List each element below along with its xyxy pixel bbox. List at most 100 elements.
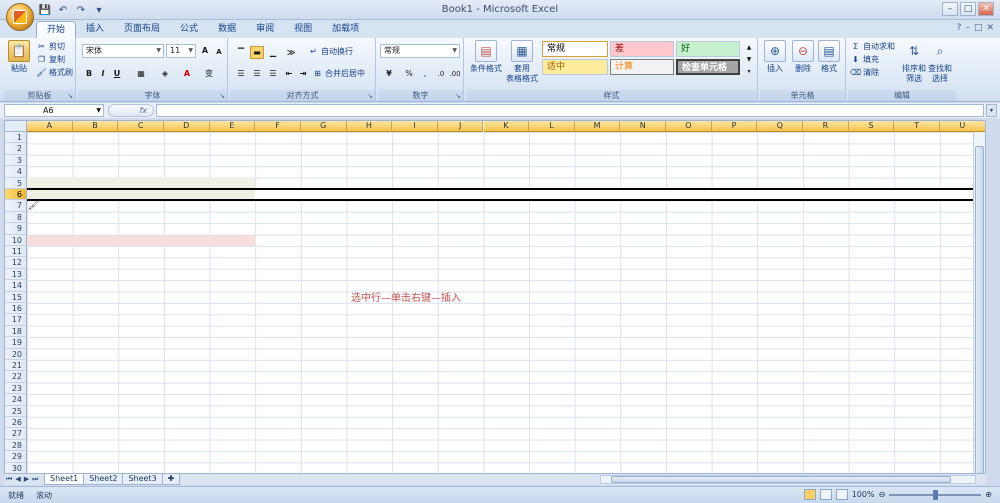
conditional-format-button[interactable]: ▤ 条件格式 (468, 40, 504, 74)
prev-sheet-icon[interactable]: ◀ (15, 474, 20, 485)
help-icon[interactable]: ? (957, 23, 962, 33)
column-header[interactable]: I (392, 121, 438, 132)
copy-button[interactable]: ❐ 复制 (36, 54, 65, 65)
row-header[interactable]: 20 (5, 348, 27, 360)
align-left-icon[interactable]: ☰ (234, 67, 248, 80)
column-header[interactable]: H (346, 121, 393, 132)
autosum-button[interactable]: Σ 自动求和 (850, 41, 895, 52)
row-header[interactable]: 4 (5, 166, 27, 178)
formula-input[interactable] (156, 104, 984, 117)
underline-button[interactable]: U (110, 67, 124, 80)
bold-button[interactable]: B (82, 67, 96, 80)
font-size-combo[interactable]: 11 ▼ (166, 44, 196, 58)
tab-data[interactable]: 数据 (208, 21, 246, 38)
style-calculation[interactable]: 计算 (610, 59, 674, 75)
font-color-icon[interactable]: A (180, 67, 194, 80)
format-painter-button[interactable]: 🖌 格式刷 (36, 67, 73, 78)
row-header[interactable]: 7 (5, 200, 27, 212)
row-header[interactable]: 10 (5, 234, 27, 246)
ribbon-close-button[interactable]: ✕ (986, 23, 994, 33)
row-header[interactable]: 11 (5, 246, 27, 258)
column-header[interactable]: R (803, 121, 849, 132)
increase-decimal-button[interactable]: .0 (434, 67, 448, 80)
row-header[interactable]: 24 (5, 394, 27, 406)
clear-button[interactable]: ⌫ 清除 (850, 67, 879, 78)
column-header[interactable]: G (300, 121, 347, 132)
insert-sheet-icon[interactable]: ✚ (161, 474, 181, 485)
fill-color-icon[interactable]: ◈ (158, 67, 172, 80)
row-header[interactable]: 8 (5, 211, 27, 224)
currency-icon[interactable]: ¥ (382, 67, 396, 80)
dialog-launcher-icon[interactable]: ↘ (455, 92, 461, 100)
row-header[interactable]: 27 (5, 428, 27, 440)
row-header[interactable]: 17 (5, 314, 27, 326)
format-as-table-button[interactable]: ▦ 套用 表格格式 (504, 40, 540, 84)
column-header[interactable]: S (848, 121, 895, 132)
row-header[interactable]: 3 (5, 154, 27, 167)
office-button[interactable] (6, 3, 34, 31)
vertical-scroll-thumb[interactable] (975, 146, 984, 473)
expand-formula-bar-icon[interactable]: ▾ (986, 104, 997, 117)
page-layout-view-button[interactable] (819, 489, 832, 500)
column-header[interactable]: A (27, 121, 73, 132)
align-right-icon[interactable]: ☰ (266, 67, 280, 80)
font-name-combo[interactable]: 宋体 ▼ (82, 44, 164, 58)
horizontal-scroll-thumb[interactable] (611, 476, 951, 483)
column-header[interactable]: D (163, 121, 210, 132)
zoom-slider[interactable] (889, 489, 982, 500)
maximize-button[interactable]: □ (960, 2, 976, 16)
column-header[interactable]: T (894, 121, 940, 132)
style-check-cell[interactable]: 检查单元格 (676, 59, 740, 75)
column-header[interactable]: Q (757, 121, 804, 132)
row-header[interactable]: 26 (5, 417, 27, 429)
row-header[interactable]: 23 (5, 382, 27, 395)
tab-formulas[interactable]: 公式 (170, 21, 208, 38)
more-styles-icon[interactable]: ▾ (742, 65, 756, 78)
column-header[interactable]: P (711, 121, 758, 132)
ribbon-minimize-button[interactable]: – (965, 23, 970, 33)
tab-review[interactable]: 审阅 (246, 21, 284, 38)
zoom-slider-knob[interactable] (933, 489, 939, 500)
tab-page-layout[interactable]: 页面布局 (114, 21, 170, 38)
style-neutral[interactable]: 适中 (542, 59, 608, 75)
style-bad[interactable]: 差 (610, 41, 674, 57)
minimize-button[interactable]: – (942, 2, 958, 16)
delete-cells-button[interactable]: ⊖ 删除 (792, 40, 814, 74)
decrease-indent-icon[interactable]: ⇤ (282, 67, 296, 80)
column-header[interactable]: M (574, 121, 621, 132)
row-header[interactable]: 6 (5, 189, 27, 201)
merge-center-button[interactable]: ⊞ 合并后居中 (312, 68, 365, 79)
row-header[interactable]: 16 (5, 303, 27, 315)
decrease-decimal-icon[interactable]: .00 (448, 67, 462, 80)
tab-view[interactable]: 视图 (284, 21, 322, 38)
number-format-combo[interactable]: 常规 ▼ (380, 44, 460, 58)
insert-function-button[interactable]: fx (108, 104, 154, 117)
close-button[interactable]: ✕ (978, 2, 994, 16)
next-sheet-icon[interactable]: ▶ (24, 474, 29, 485)
row-header[interactable]: 25 (5, 405, 27, 417)
column-header[interactable]: L (529, 121, 575, 132)
column-header[interactable]: C (118, 121, 164, 132)
align-top-icon[interactable]: ▔ (234, 46, 248, 59)
row-header[interactable]: 30 (5, 462, 27, 473)
row-header[interactable]: 22 (5, 371, 27, 383)
align-bottom-icon[interactable]: ▁ (266, 46, 280, 59)
insert-cells-button[interactable]: ⊕ 插入 (764, 40, 786, 74)
column-header[interactable]: K (483, 121, 530, 132)
last-sheet-icon[interactable]: ⏭ (32, 474, 38, 485)
zoom-out-icon[interactable]: ⊖ (879, 490, 886, 499)
selected-row-6[interactable] (27, 188, 975, 201)
row-header[interactable]: 18 (5, 325, 27, 338)
column-header[interactable]: J (437, 121, 484, 132)
column-header[interactable]: E (209, 121, 256, 132)
sheet-tab-2[interactable]: Sheet2 (83, 474, 124, 485)
cut-button[interactable]: ✂ 剪切 (36, 41, 65, 52)
row-header[interactable]: 12 (5, 257, 27, 269)
dialog-launcher-icon[interactable]: ↘ (219, 92, 225, 100)
phonetic-button[interactable]: 变 (202, 67, 216, 80)
orientation-icon[interactable]: ≫ (284, 46, 298, 59)
row-header[interactable]: 9 (5, 223, 27, 235)
italic-button[interactable]: I (96, 67, 110, 80)
wrap-text-button[interactable]: ↵ 自动换行 (308, 46, 353, 57)
ribbon-restore-button[interactable]: □ (974, 23, 983, 33)
